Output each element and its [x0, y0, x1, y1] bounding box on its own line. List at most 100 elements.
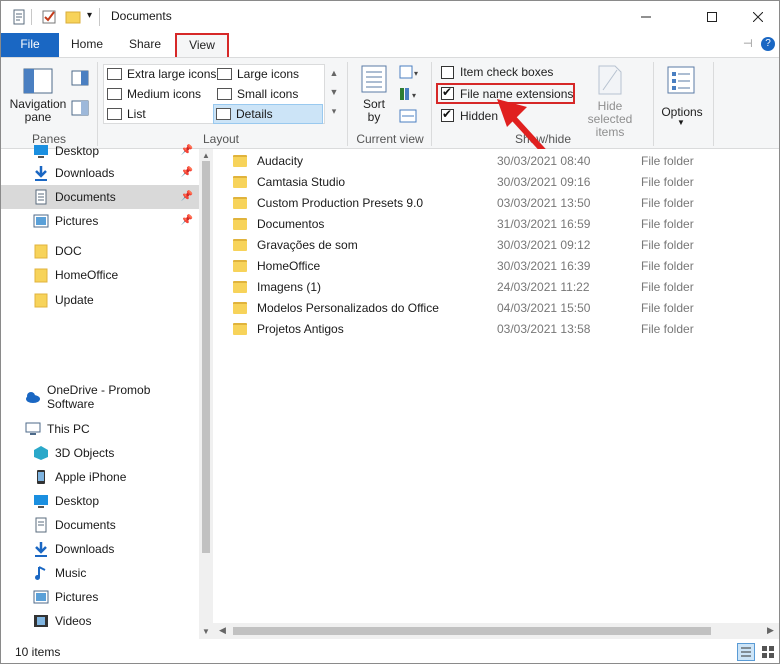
extra-large-icons-option[interactable]: Extra large icons — [105, 64, 216, 84]
medium-icons-icon — [107, 88, 122, 100]
sort-by-button[interactable]: Sort by — [357, 64, 393, 128]
file-type: File folder — [641, 237, 694, 252]
nav-item-onedrive[interactable]: OneDrive - Promob Software — [1, 383, 199, 411]
nav-item-label: OneDrive - Promob Software — [47, 383, 151, 411]
file-date: 30/03/2021 16:39 — [497, 258, 591, 273]
table-row[interactable]: Imagens (1) 24/03/2021 11:22 File folder — [233, 276, 773, 297]
large-icons-view-icon[interactable] — [759, 643, 777, 661]
navigation-pane-button[interactable]: Navigation pane — [9, 64, 69, 130]
pin-ribbon-icon[interactable]: ⊣ — [743, 37, 753, 50]
nav-item-3d-objects[interactable]: 3D Objects — [1, 441, 199, 465]
nav-item-pictures-pc[interactable]: Pictures — [1, 585, 199, 609]
nav-item-apple-iphone[interactable]: Apple iPhone — [1, 465, 199, 489]
table-row[interactable]: Audacity 30/03/2021 08:40 File folder — [233, 150, 773, 171]
maximize-icon — [707, 12, 717, 22]
current-view-group-label: Current view — [356, 132, 424, 146]
nav-item-documents-pc[interactable]: Documents — [1, 513, 199, 537]
details-icon — [216, 108, 231, 120]
documents-icon — [33, 189, 49, 205]
details-view-icon[interactable] — [737, 643, 755, 661]
downloads-icon — [33, 541, 49, 557]
nav-item-label: Desktop — [55, 144, 100, 158]
options-icon — [667, 66, 695, 94]
options-button[interactable]: Options ▼ — [657, 64, 707, 128]
sort-icon — [361, 65, 387, 93]
preview-pane-icon[interactable] — [71, 70, 89, 86]
close-button[interactable] — [735, 1, 779, 33]
table-row[interactable]: Custom Production Presets 9.0 03/03/2021… — [233, 192, 773, 213]
hidden-items-checkbox[interactable] — [441, 107, 454, 122]
nav-item-videos[interactable]: Videos — [1, 609, 199, 633]
nav-item-label: Downloads — [55, 542, 115, 556]
small-icons-label: Small icons — [237, 87, 299, 101]
nav-item-downloads-pc[interactable]: Downloads — [1, 537, 199, 561]
help-icon[interactable]: ? — [761, 37, 775, 51]
nav-item-pictures[interactable]: Pictures 📌 — [1, 209, 199, 233]
table-row[interactable]: HomeOffice 30/03/2021 16:39 File folder — [233, 255, 773, 276]
small-icons-option[interactable]: Small icons — [215, 84, 298, 104]
horizontal-scrollbar[interactable]: ◀ ▶ — [213, 623, 779, 639]
nav-item-update[interactable]: Update — [1, 288, 199, 312]
hide-selected-items-button[interactable]: Hide selected items — [575, 64, 645, 139]
item-check-boxes-checkbox[interactable] — [441, 66, 454, 79]
list-option[interactable]: List — [105, 104, 146, 124]
scroll-down-icon[interactable]: ▼ — [202, 627, 210, 636]
file-name: Modelos Personalizados do Office — [257, 300, 439, 315]
nav-scrollbar[interactable]: ▲ ▼ — [199, 149, 213, 639]
folder-icon — [233, 322, 247, 335]
ribbon-tabs: File Home Share View ⊣ ? — [1, 33, 779, 57]
new-folder-icon[interactable] — [65, 9, 81, 25]
nav-item-doc[interactable]: DOC — [1, 239, 199, 263]
file-type: File folder — [641, 216, 694, 231]
table-row[interactable]: Projetos Antigos 03/03/2021 13:58 File f… — [233, 318, 773, 339]
nav-item-downloads[interactable]: Downloads 📌 — [1, 161, 199, 185]
add-columns-icon[interactable]: ▾ — [399, 86, 421, 102]
table-row[interactable]: Gravações de som 30/03/2021 09:12 File f… — [233, 234, 773, 255]
properties-icon[interactable] — [11, 9, 27, 25]
tab-view[interactable]: View — [175, 33, 229, 57]
file-name: Projetos Antigos — [257, 321, 344, 336]
scroll-left-icon[interactable]: ◀ — [219, 625, 226, 636]
table-row[interactable]: Camtasia Studio 30/03/2021 09:16 File fo… — [233, 171, 773, 192]
nav-item-music[interactable]: Music — [1, 561, 199, 585]
scroll-right-icon[interactable]: ▶ — [767, 625, 774, 636]
checkmark-icon[interactable] — [41, 9, 57, 25]
file-type: File folder — [641, 279, 694, 294]
scroll-up-icon[interactable]: ▲ — [202, 151, 210, 160]
nav-item-homeoffice[interactable]: HomeOffice — [1, 263, 199, 287]
layout-scroll[interactable]: ▲ ▼ ▾ — [327, 64, 341, 124]
details-option[interactable]: Details — [213, 104, 323, 124]
size-columns-icon[interactable] — [399, 108, 421, 124]
nav-scroll-thumb[interactable] — [202, 161, 210, 553]
group-by-icon[interactable]: ▾ — [399, 64, 421, 80]
tab-home[interactable]: Home — [65, 33, 109, 57]
sort-by-label: Sort by — [362, 97, 385, 124]
pin-icon[interactable]: 📌 — [181, 145, 193, 156]
file-name: HomeOffice — [257, 258, 321, 273]
svg-text:▾: ▾ — [414, 69, 418, 78]
minimize-button[interactable] — [623, 1, 669, 33]
pin-icon[interactable]: 📌 — [181, 167, 193, 178]
nav-item-desktop[interactable]: Desktop 📌 — [1, 139, 199, 163]
large-icons-option[interactable]: Large icons — [215, 64, 299, 84]
pictures-icon — [33, 589, 49, 605]
nav-item-desktop-pc[interactable]: Desktop — [1, 489, 199, 513]
3d-objects-icon — [33, 445, 49, 461]
nav-item-documents[interactable]: Documents 📌 — [1, 185, 199, 209]
nav-item-this-pc[interactable]: This PC — [1, 417, 199, 441]
maximize-button[interactable] — [689, 1, 735, 33]
medium-icons-option[interactable]: Medium icons — [105, 84, 201, 104]
table-row[interactable]: Documentos 31/03/2021 16:59 File folder — [233, 213, 773, 234]
table-row[interactable]: Modelos Personalizados do Office 04/03/2… — [233, 297, 773, 318]
list-icon — [107, 108, 122, 120]
folder-icon — [233, 238, 247, 251]
pin-icon[interactable]: 📌 — [181, 215, 193, 226]
tab-file[interactable]: File — [1, 33, 59, 57]
file-name-extensions-checkbox[interactable] — [441, 85, 454, 100]
pin-icon[interactable]: 📌 — [181, 191, 193, 202]
tab-share[interactable]: Share — [123, 33, 167, 57]
pc-icon — [25, 421, 41, 437]
details-pane-icon[interactable] — [71, 100, 89, 116]
h-scroll-thumb[interactable] — [233, 627, 711, 635]
chevron-down-icon[interactable]: ▾ — [87, 10, 92, 21]
